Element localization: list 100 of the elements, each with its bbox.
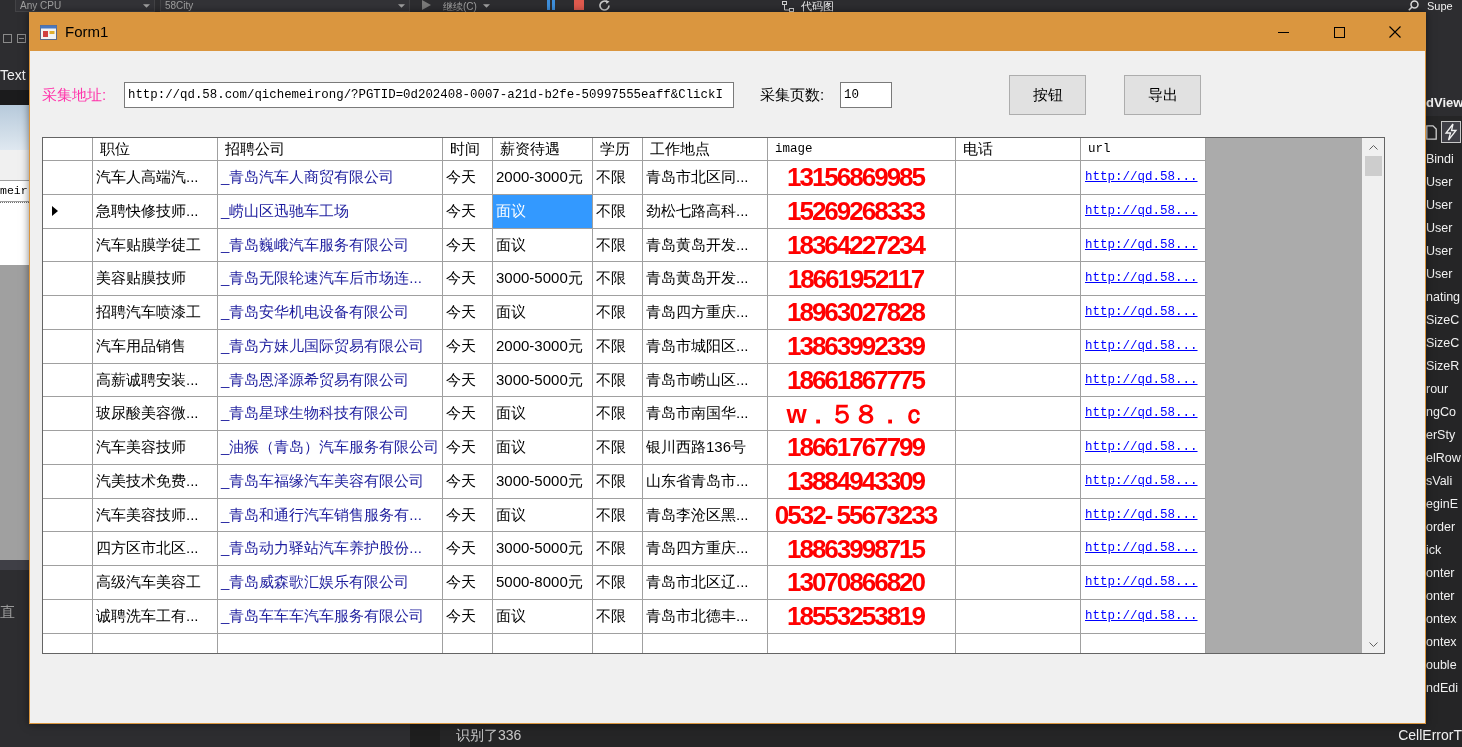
maximize-icon — [1333, 26, 1345, 38]
property-name[interactable]: User — [1426, 219, 1453, 238]
url-link[interactable]: http://qd.58... — [1085, 336, 1198, 356]
box-icon[interactable] — [3, 33, 12, 43]
property-name[interactable]: rour — [1426, 380, 1449, 399]
property-name[interactable]: ontex — [1426, 610, 1457, 629]
export-button[interactable]: 导出 — [1124, 75, 1201, 115]
url-link[interactable]: http://qd.58... — [1085, 235, 1198, 255]
url-link[interactable]: http://qd.58... — [1085, 404, 1198, 423]
property-name[interactable]: ick — [1426, 541, 1442, 560]
continue-button[interactable]: 继续(C) — [443, 0, 523, 12]
url-link[interactable]: http://qd.58... — [1085, 303, 1198, 322]
url-link[interactable]: http://qd.58... — [1085, 606, 1198, 626]
property-name[interactable]: User — [1426, 196, 1453, 215]
search-icon[interactable] — [1408, 0, 1419, 11]
row-header[interactable] — [43, 194, 93, 229]
restart-icon[interactable] — [599, 0, 611, 11]
code-map-button[interactable]: 代码图 — [782, 0, 834, 12]
property-name[interactable]: eginE — [1426, 495, 1458, 514]
play-icon[interactable] — [422, 0, 431, 10]
address-field[interactable]: http://qd.58.com/qichemeirong/?PGTID=0d202408-0007-a21d-b2fe-50997555eaff&ClickI — [124, 82, 734, 108]
table-cell: 面议 — [493, 296, 593, 330]
panel-tab-label[interactable]: Text — [0, 64, 26, 86]
property-name[interactable]: Bindi — [1426, 150, 1454, 169]
action-button[interactable]: 按钮 — [1009, 75, 1086, 115]
row-header[interactable] — [43, 599, 93, 634]
table-cell: 面议 — [493, 228, 593, 263]
column-header[interactable]: url — [1081, 138, 1206, 161]
property-name[interactable]: CellErrorT — [1398, 725, 1462, 746]
row-header[interactable] — [43, 431, 93, 465]
row-header[interactable] — [43, 262, 93, 296]
table-cell: 面议 — [493, 397, 593, 431]
text-field[interactable]: meir — [0, 180, 29, 202]
table-cell: 不限 — [593, 296, 643, 330]
table-cell: 青岛市南国华... — [643, 397, 768, 431]
row-header[interactable] — [43, 329, 93, 364]
property-name[interactable]: SizeC — [1426, 311, 1460, 330]
row-header[interactable] — [43, 532, 93, 566]
caret-icon — [398, 3, 405, 8]
column-header[interactable]: 薪资待遇 — [493, 138, 593, 161]
property-name[interactable]: SizeC — [1426, 334, 1460, 353]
column-header[interactable]: 时间 — [443, 138, 493, 161]
property-name[interactable]: nating — [1426, 288, 1461, 307]
property-name[interactable]: ontex — [1426, 633, 1457, 652]
row-header[interactable] — [43, 363, 93, 398]
property-name[interactable]: ouble — [1426, 656, 1457, 675]
table-cell: 汽车美容技师 — [93, 431, 218, 465]
lightning-icon[interactable] — [1441, 121, 1461, 143]
pages-field[interactable]: 10 — [840, 82, 892, 108]
scrollbar-thumb[interactable] — [1364, 156, 1382, 176]
property-name[interactable]: SizeR — [1426, 357, 1460, 376]
row-header[interactable] — [43, 397, 93, 431]
table-cell: 不限 — [593, 262, 643, 296]
property-name[interactable]: elRow — [1426, 449, 1461, 468]
dropdown[interactable]: 58City — [160, 0, 410, 12]
column-header[interactable]: 工作地点 — [643, 138, 768, 161]
property-name[interactable]: order — [1426, 518, 1456, 537]
property-name[interactable]: onter — [1426, 564, 1455, 583]
table-cell: 高级汽车美容工 — [93, 566, 218, 600]
url-link[interactable]: http://qd.58... — [1085, 505, 1198, 525]
pause-icon[interactable] — [547, 0, 555, 10]
box-icon[interactable] — [17, 33, 26, 43]
row-header[interactable] — [43, 296, 93, 330]
table-cell: 美容贴膜技师 — [93, 262, 218, 296]
column-header[interactable]: 电话 — [956, 138, 1081, 161]
property-name[interactable]: User — [1426, 242, 1453, 261]
company-cell: _青岛车福缘汽车美容有限公司 — [218, 464, 443, 499]
row-header[interactable] — [43, 566, 93, 600]
document-icon[interactable] — [1426, 124, 1437, 140]
stop-icon[interactable] — [574, 0, 584, 10]
property-name[interactable]: ndEdi — [1426, 679, 1458, 698]
url-link[interactable]: http://qd.58... — [1085, 201, 1198, 221]
property-name[interactable]: onter — [1426, 587, 1455, 606]
url-link[interactable]: http://qd.58... — [1085, 438, 1198, 457]
url-link[interactable]: http://qd.58... — [1085, 539, 1198, 558]
column-header[interactable]: image — [768, 138, 956, 161]
table-cell: 汽美技术免费... — [93, 464, 218, 499]
property-name[interactable]: ngCo — [1426, 403, 1456, 422]
phone-number-image: 13884943309 — [786, 466, 925, 497]
property-name[interactable]: User — [1426, 173, 1453, 192]
url-link[interactable]: http://qd.58... — [1085, 269, 1198, 288]
url-link[interactable]: http://qd.58... — [1085, 370, 1198, 390]
table-cell: 2000-3000元 — [493, 161, 593, 195]
company-cell: _油猴（青岛）汽车服务有限公司 — [218, 431, 443, 465]
table-cell: 今天 — [443, 498, 493, 533]
column-header[interactable]: 学历 — [593, 138, 643, 161]
url-link[interactable]: http://qd.58... — [1085, 573, 1198, 592]
row-header[interactable] — [43, 464, 93, 499]
dropdown[interactable]: Any CPU — [15, 0, 155, 12]
row-header[interactable] — [43, 498, 93, 533]
property-name[interactable]: User — [1426, 265, 1453, 284]
url-link[interactable]: http://qd.58... — [1085, 471, 1198, 491]
property-name[interactable]: erSty — [1426, 426, 1456, 445]
row-header[interactable] — [43, 161, 93, 195]
column-header[interactable]: 职位 — [93, 138, 218, 161]
url-link[interactable]: http://qd.58... — [1085, 168, 1198, 187]
row-header[interactable] — [43, 228, 93, 263]
column-header[interactable]: 招聘公司 — [218, 138, 443, 161]
output-text: 识别了336 — [456, 726, 522, 745]
property-name[interactable]: sVali — [1426, 472, 1453, 491]
